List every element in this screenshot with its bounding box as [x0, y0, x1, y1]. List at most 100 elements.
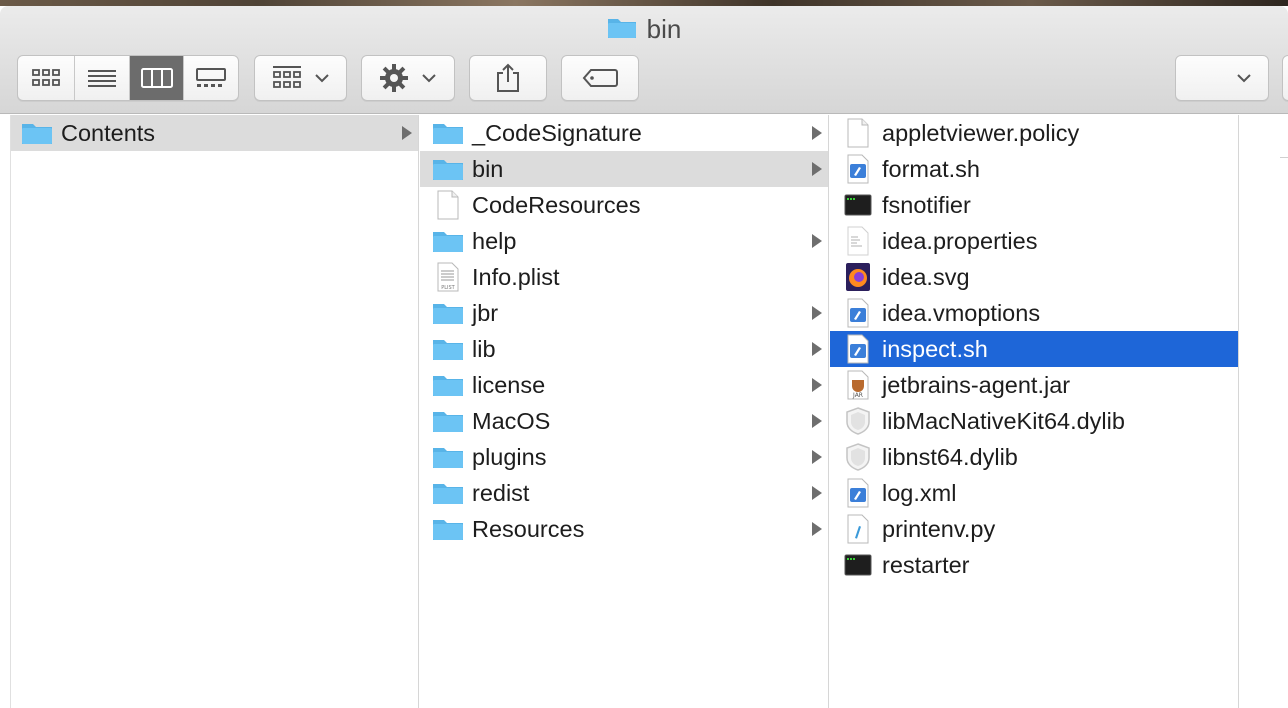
- item-label: help: [472, 227, 517, 254]
- item-label: lib: [472, 335, 496, 362]
- path-dropdown[interactable]: [1175, 55, 1269, 101]
- folder-icon: [432, 155, 464, 183]
- view-mode-control: [17, 55, 239, 101]
- chevron-down-icon: [422, 74, 436, 83]
- folder-row[interactable]: jbr: [420, 295, 828, 331]
- chevron-down-icon: [1237, 74, 1251, 83]
- item-label: Contents: [61, 119, 156, 146]
- item-label: redist: [472, 479, 530, 506]
- folder-icon: [432, 335, 464, 363]
- window-title: bin: [0, 14, 1288, 45]
- file-row[interactable]: CodeResources: [420, 187, 828, 223]
- icon-grid-icon: [32, 69, 60, 86]
- item-label: idea.svg: [882, 263, 970, 290]
- folder-row[interactable]: lib: [420, 331, 828, 367]
- folder-row[interactable]: redist: [420, 475, 828, 511]
- file-row[interactable]: idea.svg: [830, 259, 1238, 295]
- file-row[interactable]: JAR jetbrains-agent.jar: [830, 367, 1238, 403]
- item-label: appletviewer.policy: [882, 119, 1080, 146]
- item-label: log.xml: [882, 479, 957, 506]
- disclosure-arrow-icon: [402, 126, 412, 140]
- folder-row[interactable]: plugins: [420, 439, 828, 475]
- file-row[interactable]: restarter: [830, 547, 1238, 583]
- action-button[interactable]: [361, 55, 455, 101]
- file-row[interactable]: idea.properties: [830, 223, 1238, 259]
- gallery-view-button[interactable]: [184, 56, 238, 100]
- icon-view-button[interactable]: [18, 56, 75, 100]
- file-row[interactable]: log.xml: [830, 475, 1238, 511]
- item-label: restarter: [882, 551, 970, 578]
- edit-tags-button[interactable]: [561, 55, 639, 101]
- item-label: printenv.py: [882, 515, 996, 542]
- folder-row[interactable]: Contents: [11, 115, 418, 151]
- file-row[interactable]: libnst64.dylib: [830, 439, 1238, 475]
- file-row[interactable]: PLIST Info.plist: [420, 259, 828, 295]
- script-file-icon: [842, 154, 874, 184]
- item-label: idea.properties: [882, 227, 1038, 254]
- folder-row[interactable]: license: [420, 367, 828, 403]
- plist-file-icon: PLIST: [432, 262, 464, 292]
- folder-icon: [432, 119, 464, 147]
- file-row[interactable]: printenv.py: [830, 511, 1238, 547]
- browser-column-3: appletviewer.policy format.sh fsnotifier id…: [830, 115, 1239, 708]
- item-label: license: [472, 371, 546, 398]
- folder-row[interactable]: bin: [420, 151, 828, 187]
- list-lines-icon: [88, 70, 116, 87]
- share-button[interactable]: [469, 55, 547, 101]
- document-icon: [432, 190, 464, 220]
- text-file-icon: [842, 226, 874, 256]
- file-row[interactable]: fsnotifier: [830, 187, 1238, 223]
- item-label: libnst64.dylib: [882, 443, 1018, 470]
- folder-icon: [432, 479, 464, 507]
- tag-icon: [582, 69, 618, 87]
- folder-row[interactable]: help: [420, 223, 828, 259]
- finder-toolbar: bin: [0, 6, 1288, 114]
- python-file-icon: [842, 514, 874, 544]
- group-button[interactable]: [254, 55, 347, 101]
- folder-icon: [432, 371, 464, 399]
- item-label: Info.plist: [472, 263, 560, 290]
- svg-text:JAR: JAR: [852, 392, 863, 399]
- file-row[interactable]: libMacNativeKit64.dylib: [830, 403, 1238, 439]
- script-file-icon: [842, 334, 874, 364]
- file-row[interactable]: appletviewer.policy: [830, 115, 1238, 151]
- folder-icon: [21, 119, 53, 147]
- folder-row[interactable]: MacOS: [420, 403, 828, 439]
- script-file-icon: [842, 478, 874, 508]
- item-label: Resources: [472, 515, 585, 542]
- library-shield-icon: [842, 443, 874, 471]
- file-row[interactable]: idea.vmoptions: [830, 295, 1238, 331]
- search-field[interactable]: [1282, 55, 1288, 101]
- item-label: idea.vmoptions: [882, 299, 1041, 326]
- item-label: libMacNativeKit64.dylib: [882, 407, 1125, 434]
- column-divider-mark: [1280, 157, 1288, 158]
- jar-file-icon: JAR: [842, 370, 874, 400]
- folder-icon: [432, 407, 464, 435]
- folder-icon: [432, 299, 464, 327]
- svg-text:PLIST: PLIST: [441, 285, 455, 291]
- disclosure-arrow-icon: [812, 234, 822, 248]
- share-icon: [497, 63, 519, 92]
- disclosure-arrow-icon: [812, 450, 822, 464]
- group-grid-icon: [272, 66, 301, 88]
- disclosure-arrow-icon: [812, 126, 822, 140]
- folder-row[interactable]: _CodeSignature: [420, 115, 828, 151]
- window-title-text: bin: [646, 14, 682, 44]
- disclosure-arrow-icon: [812, 522, 822, 536]
- gallery-icon: [196, 68, 226, 87]
- firefox-document-icon: [842, 263, 874, 291]
- folder-row[interactable]: Resources: [420, 511, 828, 547]
- column-view-button[interactable]: [130, 56, 184, 100]
- terminal-icon: [842, 551, 874, 579]
- item-label: plugins: [472, 443, 547, 470]
- terminal-icon: [842, 191, 874, 219]
- file-row[interactable]: format.sh: [830, 151, 1238, 187]
- item-label: _CodeSignature: [472, 119, 642, 146]
- disclosure-arrow-icon: [812, 486, 822, 500]
- item-label: CodeResources: [472, 191, 641, 218]
- file-row[interactable]: inspect.sh: [830, 331, 1238, 367]
- disclosure-arrow-icon: [812, 378, 822, 392]
- browser-column-2: _CodeSignaturebin CodeResources help PLIST I…: [420, 115, 829, 708]
- list-view-button[interactable]: [75, 56, 130, 100]
- item-label: jbr: [472, 299, 499, 326]
